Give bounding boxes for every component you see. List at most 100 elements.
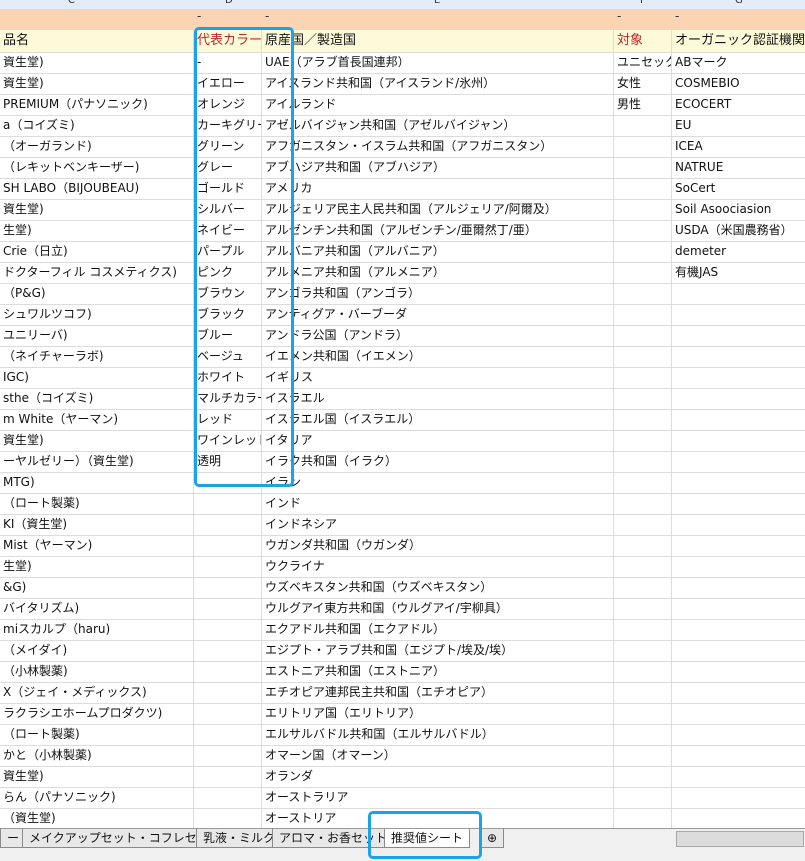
cell[interactable]: 生堂) xyxy=(0,220,194,241)
cell[interactable]: - xyxy=(194,52,262,73)
cell[interactable]: アンドラ公国（アンドラ） xyxy=(262,325,614,346)
cell[interactable]: イギリス xyxy=(262,367,614,388)
cell[interactable] xyxy=(194,640,262,661)
cell[interactable] xyxy=(614,220,672,241)
cell[interactable]: エルサルバドル共和国（エルサルバドル） xyxy=(262,724,614,745)
cell[interactable]: レッド xyxy=(194,409,262,430)
cell[interactable]: a（コイズミ) xyxy=(0,115,194,136)
cell[interactable] xyxy=(614,493,672,514)
cell[interactable]: ブラック xyxy=(194,304,262,325)
cell[interactable]: マルチカラー xyxy=(194,388,262,409)
cell[interactable] xyxy=(672,556,805,577)
column-letter-c[interactable]: C xyxy=(68,0,75,6)
cell[interactable]: ホワイト xyxy=(194,367,262,388)
cell[interactable]: （ロート製薬) xyxy=(0,724,194,745)
cell[interactable] xyxy=(672,409,805,430)
cell[interactable]: Soil Asoociasion xyxy=(672,199,805,220)
cell[interactable]: アブハジア共和国（アブハジア） xyxy=(262,157,614,178)
cell[interactable]: 有機JAS xyxy=(672,262,805,283)
cell[interactable] xyxy=(614,766,672,787)
cell[interactable]: オーストリア xyxy=(262,808,614,828)
cell[interactable] xyxy=(614,115,672,136)
cell[interactable]: イスラエル国（イスラエル） xyxy=(262,409,614,430)
cell[interactable] xyxy=(614,682,672,703)
sheet-tab[interactable]: アロマ・お香セット xyxy=(272,829,395,848)
cell[interactable]: ユニリーバ) xyxy=(0,325,194,346)
cell[interactable]: X（ジェイ・メディックス) xyxy=(0,682,194,703)
cell[interactable]: 資生堂) xyxy=(0,430,194,451)
cell[interactable]: オランダ xyxy=(262,766,614,787)
cell[interactable]: ーヤルゼリー）（資生堂) xyxy=(0,451,194,472)
cell[interactable] xyxy=(194,493,262,514)
header-cell-color[interactable]: 代表カラー xyxy=(194,30,262,52)
cell[interactable] xyxy=(614,703,672,724)
cell[interactable] xyxy=(614,808,672,828)
cell[interactable]: アゼルバイジャン共和国（アゼルバイジャン） xyxy=(262,115,614,136)
cell[interactable] xyxy=(672,304,805,325)
cell[interactable]: 生堂) xyxy=(0,556,194,577)
cell[interactable]: 資生堂) xyxy=(0,52,194,73)
cell[interactable] xyxy=(194,703,262,724)
cell[interactable] xyxy=(672,598,805,619)
cell[interactable] xyxy=(672,367,805,388)
cell[interactable]: アルメニア共和国（アルメニア） xyxy=(262,262,614,283)
cell[interactable] xyxy=(614,304,672,325)
cell[interactable]: イタリア xyxy=(262,430,614,451)
cell[interactable]: - xyxy=(614,9,672,29)
cell[interactable]: sthe（コイズミ) xyxy=(0,388,194,409)
cell[interactable] xyxy=(672,283,805,304)
cell[interactable] xyxy=(194,682,262,703)
header-cell-organic-cert[interactable]: オーガニック認証機関・ xyxy=(672,30,805,52)
cell[interactable]: らん（パナソニック) xyxy=(0,787,194,808)
cell[interactable] xyxy=(194,808,262,828)
cell[interactable]: - xyxy=(194,9,262,29)
cell[interactable] xyxy=(194,619,262,640)
cell[interactable] xyxy=(672,472,805,493)
cell[interactable] xyxy=(614,577,672,598)
cell[interactable]: グレー xyxy=(194,157,262,178)
cell[interactable] xyxy=(614,472,672,493)
cell[interactable] xyxy=(614,535,672,556)
cell[interactable] xyxy=(614,136,672,157)
cell[interactable]: （資生堂) xyxy=(0,808,194,828)
cell[interactable] xyxy=(672,745,805,766)
cell[interactable] xyxy=(672,619,805,640)
cell[interactable]: demeter xyxy=(672,241,805,262)
cell[interactable]: （小林製薬) xyxy=(0,661,194,682)
cell[interactable]: （ネイチャーラボ) xyxy=(0,346,194,367)
cell[interactable]: イエロー xyxy=(194,73,262,94)
cell[interactable]: エクアドル共和国（エクアドル） xyxy=(262,619,614,640)
cell[interactable]: &G) xyxy=(0,577,194,598)
cell[interactable] xyxy=(672,808,805,828)
cell[interactable] xyxy=(194,724,262,745)
cell[interactable] xyxy=(194,745,262,766)
cell[interactable] xyxy=(672,577,805,598)
cell[interactable]: アイルランド xyxy=(262,94,614,115)
cell[interactable] xyxy=(672,325,805,346)
header-cell-origin[interactable]: 原産国／製造国 xyxy=(262,30,614,52)
cell[interactable]: UAE（アラブ首長国連邦） xyxy=(262,52,614,73)
cell[interactable] xyxy=(614,157,672,178)
cell[interactable]: アンゴラ共和国（アンゴラ） xyxy=(262,283,614,304)
cell[interactable] xyxy=(194,661,262,682)
cell[interactable]: SH LABO（BIJOUBEAU) xyxy=(0,178,194,199)
cell[interactable] xyxy=(672,766,805,787)
cell[interactable] xyxy=(614,724,672,745)
cell[interactable] xyxy=(614,451,672,472)
sheet-tab[interactable]: 乳液・ミルク xyxy=(196,829,283,848)
cell[interactable] xyxy=(672,682,805,703)
spreadsheet-grid[interactable]: C D E F G - - - - 品名 代表カラー 原産国／製造国 対象 オー… xyxy=(0,0,805,828)
cell[interactable] xyxy=(194,787,262,808)
cell[interactable]: ゴールド xyxy=(194,178,262,199)
cell[interactable] xyxy=(614,619,672,640)
cell[interactable]: ICEA xyxy=(672,136,805,157)
cell[interactable]: グリーン xyxy=(194,136,262,157)
cell[interactable]: - xyxy=(262,9,614,29)
cell[interactable]: バイタリズム) xyxy=(0,598,194,619)
cell[interactable]: （ロート製薬) xyxy=(0,493,194,514)
cell[interactable]: アンティグア・バーブーダ xyxy=(262,304,614,325)
cell[interactable]: ウルグアイ東方共和国（ウルグアイ/宇柳具） xyxy=(262,598,614,619)
cell[interactable]: ABマーク xyxy=(672,52,805,73)
cell[interactable] xyxy=(194,556,262,577)
column-letter-g[interactable]: G xyxy=(735,0,743,6)
